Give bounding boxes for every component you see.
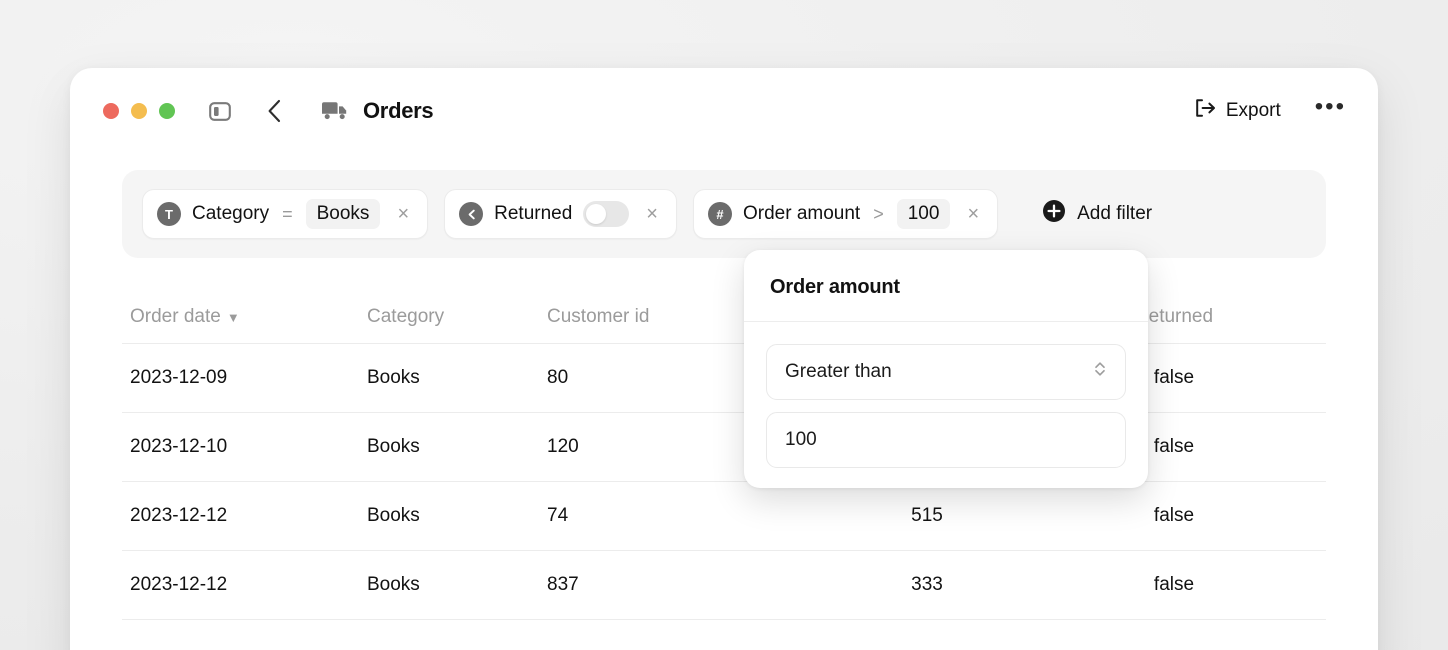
filter-chip-value[interactable]: 100 (896, 199, 951, 229)
popover-title: Order amount (770, 276, 900, 298)
window-titlebar: Orders Export ••• (70, 68, 1378, 154)
cell-order-amount: 515 (911, 505, 943, 526)
add-filter-button[interactable]: Add filter (1042, 199, 1152, 229)
cell-category: Books (367, 436, 420, 457)
filter-chip-label: Order amount (742, 203, 861, 224)
orders-window: Orders Export ••• T Category = Books × R… (70, 68, 1378, 650)
delivery-truck-icon (321, 100, 349, 122)
column-header-category[interactable]: Category (367, 306, 547, 328)
filter-bar: T Category = Books × Returned × # Order … (122, 170, 1326, 258)
toggle-knob (586, 204, 607, 224)
column-header-order-date[interactable]: Order date ▼ (122, 306, 367, 328)
filter-chip-order-amount[interactable]: # Order amount > 100 × (692, 189, 999, 239)
cell-order-date: 2023-12-12 (130, 574, 228, 595)
plus-circle-icon (1042, 199, 1066, 229)
more-options-button[interactable]: ••• (1315, 95, 1346, 120)
filter-chip-operator[interactable]: > (871, 204, 886, 225)
cell-category: Books (367, 574, 420, 595)
cell-customer-id: 837 (547, 574, 579, 595)
text-type-icon: T (157, 202, 181, 226)
export-arrow-icon (1195, 98, 1216, 124)
add-filter-label: Add filter (1077, 203, 1153, 224)
table-row[interactable]: 2023-12-12 Books 837 333 false (122, 551, 1326, 620)
table-row[interactable]: 2023-12-12 Books 74 515 false (122, 482, 1326, 551)
sidebar-panel-icon[interactable] (209, 101, 231, 121)
close-window-button[interactable] (103, 103, 119, 119)
titlebar-actions: Export ••• (1195, 95, 1346, 124)
minimize-window-button[interactable] (131, 103, 147, 119)
cell-category: Books (367, 367, 420, 388)
number-type-icon: # (707, 202, 732, 226)
screen: Orders Export ••• T Category = Books × R… (0, 0, 1448, 650)
cell-customer-id: 74 (547, 505, 569, 526)
filter-chip-value[interactable]: Books (305, 199, 381, 229)
filter-chip-label: Category (192, 203, 270, 224)
filter-chip-category[interactable]: T Category = Books × (142, 189, 429, 239)
sort-descending-icon[interactable]: ▼ (227, 310, 240, 325)
remove-filter-icon[interactable]: × (961, 204, 985, 224)
operator-select[interactable]: Greater than (766, 344, 1126, 400)
chevron-updown-icon (1093, 359, 1107, 385)
cell-order-date: 2023-12-09 (130, 367, 228, 388)
popover-body: Greater than 100 (744, 322, 1148, 468)
maximize-window-button[interactable] (159, 103, 175, 119)
window-controls (103, 103, 175, 119)
back-button[interactable] (267, 99, 281, 123)
filter-chip-operator[interactable]: = (280, 204, 295, 225)
cell-returned: false (1153, 574, 1195, 595)
operator-select-value: Greater than (785, 361, 892, 382)
returned-toggle[interactable] (583, 201, 630, 227)
export-button[interactable]: Export (1195, 98, 1281, 124)
filter-chip-label: Returned (494, 203, 573, 224)
cell-order-amount: 333 (911, 574, 943, 595)
filter-chip-returned[interactable]: Returned × (444, 189, 677, 239)
export-label: Export (1225, 100, 1281, 121)
remove-filter-icon[interactable]: × (640, 204, 664, 224)
boolean-type-icon (459, 202, 484, 226)
cell-order-date: 2023-12-10 (130, 436, 228, 457)
cell-returned: false (1153, 505, 1195, 526)
filter-value-input[interactable]: 100 (766, 412, 1126, 468)
cell-category: Books (367, 505, 420, 526)
page-title: Orders (363, 98, 434, 123)
order-amount-filter-popover: Order amount Greater than 100 (744, 250, 1148, 488)
cell-order-date: 2023-12-12 (130, 505, 228, 526)
remove-filter-icon[interactable]: × (391, 204, 415, 224)
